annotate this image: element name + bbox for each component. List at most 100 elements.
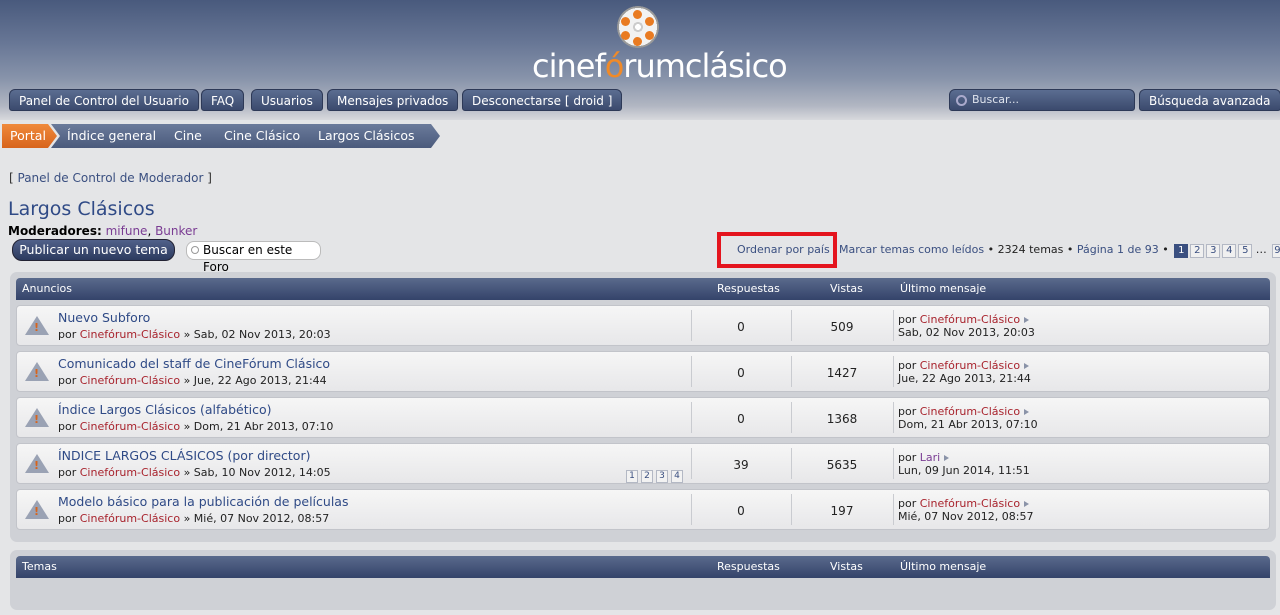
topic-page-2[interactable]: 2 bbox=[641, 470, 653, 483]
announcements-panel: Anuncios Respuestas Vistas Último mensaj… bbox=[10, 272, 1276, 542]
replies-count: 39 bbox=[733, 458, 749, 472]
topic-author[interactable]: Cinefórum-Clásico bbox=[80, 328, 180, 341]
page-separator: • bbox=[1162, 243, 1169, 256]
pagination-bar: Marcar temas como leídos • 2324 temas • … bbox=[839, 243, 1280, 258]
replies-count: 0 bbox=[737, 366, 745, 380]
go-to-last-post-icon[interactable] bbox=[944, 455, 950, 461]
announcement-row: ! Índice Largos Clásicos (alfabético) po… bbox=[16, 397, 1270, 438]
replies-count: 0 bbox=[737, 320, 745, 334]
last-post-author[interactable]: Cinefórum-Clásico bbox=[920, 497, 1020, 510]
announcements-column-title: Anuncios bbox=[22, 282, 73, 295]
topic-page-3[interactable]: 3 bbox=[656, 470, 668, 483]
moderator-mifune[interactable]: mifune bbox=[106, 224, 148, 238]
topic-title[interactable]: Índice Largos Clásicos (alfabético) bbox=[58, 402, 271, 417]
moderator-bunker[interactable]: Bunker bbox=[155, 224, 197, 238]
topic-author-line: por Cinefórum-Clásico » Sab, 10 Nov 2012… bbox=[58, 466, 331, 479]
announcement-icon: ! bbox=[25, 500, 49, 519]
moderators-line: Moderadores: mifune, Bunker bbox=[8, 224, 198, 238]
announcement-icon: ! bbox=[25, 454, 49, 473]
mark-read-link[interactable]: Marcar temas como leídos bbox=[839, 243, 984, 256]
topic-author-line: por Cinefórum-Clásico » Sab, 02 Nov 2013… bbox=[58, 328, 331, 341]
replies-column-header: Respuestas bbox=[717, 282, 780, 295]
views-column-header: Vistas bbox=[830, 282, 863, 295]
topic-title[interactable]: Modelo básico para la publicación de pel… bbox=[58, 494, 348, 509]
topics-column-title: Temas bbox=[22, 560, 57, 573]
nav-faq[interactable]: FAQ bbox=[201, 89, 245, 111]
topic-author[interactable]: Cinefórum-Clásico bbox=[80, 374, 180, 387]
replies-column-header: Respuestas bbox=[717, 560, 780, 573]
announcement-row: ! Nuevo Subforo por Cinefórum-Clásico » … bbox=[16, 305, 1270, 346]
last-post-column-header: Último mensaje bbox=[900, 282, 987, 295]
last-post-author[interactable]: Cinefórum-Clásico bbox=[920, 405, 1020, 418]
replies-count: 0 bbox=[737, 412, 745, 426]
order-by-country-link[interactable]: Ordenar por país bbox=[737, 243, 830, 256]
topic-page-1[interactable]: 1 bbox=[626, 470, 638, 483]
topic-author[interactable]: Cinefórum-Clásico bbox=[80, 466, 180, 479]
go-to-last-post-icon[interactable] bbox=[1024, 317, 1030, 323]
topic-title[interactable]: ÍNDICE LARGOS CLÁSICOS (por director) bbox=[58, 448, 310, 463]
views-count: 509 bbox=[830, 320, 854, 334]
topics-header: Temas Respuestas Vistas Último mensaje bbox=[16, 556, 1270, 578]
topic-author-line: por Cinefórum-Clásico » Mié, 07 Nov 2012… bbox=[58, 512, 330, 525]
views-count: 1368 bbox=[826, 412, 858, 426]
nav-control-panel[interactable]: Panel de Control del Usuario bbox=[9, 89, 199, 111]
go-to-last-post-icon[interactable] bbox=[1024, 363, 1030, 369]
views-count: 1427 bbox=[826, 366, 858, 380]
views-column-header: Vistas bbox=[830, 560, 863, 573]
last-post: por Lari Lun, 09 Jun 2014, 11:51 bbox=[898, 451, 1030, 477]
search-icon bbox=[956, 95, 967, 106]
last-post-column-header: Último mensaje bbox=[900, 560, 987, 573]
go-to-last-post-icon[interactable] bbox=[1024, 409, 1030, 415]
topic-author[interactable]: Cinefórum-Clásico bbox=[80, 420, 180, 433]
replies-count: 0 bbox=[737, 504, 745, 518]
nav-private-messages[interactable]: Mensajes privados bbox=[327, 89, 459, 111]
topic-count: • 2324 temas • bbox=[987, 243, 1074, 256]
site-logo[interactable]: cinefórumclásico bbox=[532, 46, 788, 86]
moderator-panel-link[interactable]: Panel de Control de Moderador bbox=[18, 171, 204, 185]
last-post: por Cinefórum-Clásico Mié, 07 Nov 2012, 0… bbox=[898, 497, 1034, 523]
new-topic-button[interactable]: Publicar un nuevo tema bbox=[12, 239, 175, 261]
topic-page-4[interactable]: 4 bbox=[671, 470, 683, 483]
search-icon bbox=[191, 246, 199, 254]
topics-panel: Temas Respuestas Vistas Último mensaje bbox=[10, 550, 1276, 610]
nav-logout[interactable]: Desconectarse [ droid ] bbox=[462, 89, 623, 111]
page-last[interactable]: 93 bbox=[1272, 244, 1280, 258]
page-2[interactable]: 2 bbox=[1190, 244, 1205, 258]
topic-author-line: por Cinefórum-Clásico » Jue, 22 Ago 2013… bbox=[58, 374, 327, 387]
announcements-header: Anuncios Respuestas Vistas Último mensaj… bbox=[16, 278, 1270, 300]
search-input[interactable]: Buscar... bbox=[949, 89, 1135, 111]
film-reel-logo-icon bbox=[617, 6, 659, 48]
forum-search-input[interactable]: Buscar en este Foro bbox=[186, 241, 321, 274]
last-post-author[interactable]: Lari bbox=[920, 451, 940, 464]
forum-title[interactable]: Largos Clásicos bbox=[8, 198, 155, 220]
breadcrumb-portal[interactable]: Portal bbox=[2, 124, 57, 148]
announcement-icon: ! bbox=[25, 408, 49, 427]
topic-author-line: por Cinefórum-Clásico » Dom, 21 Abr 2013… bbox=[58, 420, 334, 433]
breadcrumb-largos-clasicos[interactable]: Largos Clásicos bbox=[302, 124, 440, 148]
last-post: por Cinefórum-Clásico Dom, 21 Abr 2013, 0… bbox=[898, 405, 1038, 431]
announcement-icon: ! bbox=[25, 316, 49, 335]
moderator-panel-link-wrapper: [ Panel de Control de Moderador ] bbox=[9, 171, 212, 185]
go-to-last-post-icon[interactable] bbox=[1024, 501, 1030, 507]
page-1: 1 bbox=[1174, 244, 1189, 258]
topic-title[interactable]: Nuevo Subforo bbox=[58, 310, 150, 325]
announcement-row: ! Comunicado del staff de CineFórum Clás… bbox=[16, 351, 1270, 392]
topic-author[interactable]: Cinefórum-Clásico bbox=[80, 512, 180, 525]
site-header: cinefórumclásico Panel de Control del Us… bbox=[0, 0, 1280, 120]
last-post-author[interactable]: Cinefórum-Clásico bbox=[920, 313, 1020, 326]
nav-users[interactable]: Usuarios bbox=[251, 89, 323, 111]
page-ellipsis: … bbox=[1255, 243, 1267, 256]
page-info[interactable]: Página 1 de 93 bbox=[1077, 243, 1159, 256]
last-post: por Cinefórum-Clásico Jue, 22 Ago 2013, 2… bbox=[898, 359, 1031, 385]
page-4[interactable]: 4 bbox=[1222, 244, 1237, 258]
announcement-row: ! Modelo básico para la publicación de p… bbox=[16, 489, 1270, 530]
moderators-label: Moderadores: bbox=[8, 224, 102, 238]
advanced-search-button[interactable]: Búsqueda avanzada bbox=[1139, 89, 1280, 111]
page-3[interactable]: 3 bbox=[1206, 244, 1221, 258]
views-count: 197 bbox=[830, 504, 854, 518]
topic-pagination: 1234 bbox=[623, 468, 683, 483]
last-post-author[interactable]: Cinefórum-Clásico bbox=[920, 359, 1020, 372]
topic-title[interactable]: Comunicado del staff de CineFórum Clásic… bbox=[58, 356, 330, 371]
page-5[interactable]: 5 bbox=[1238, 244, 1253, 258]
announcement-icon: ! bbox=[25, 362, 49, 381]
